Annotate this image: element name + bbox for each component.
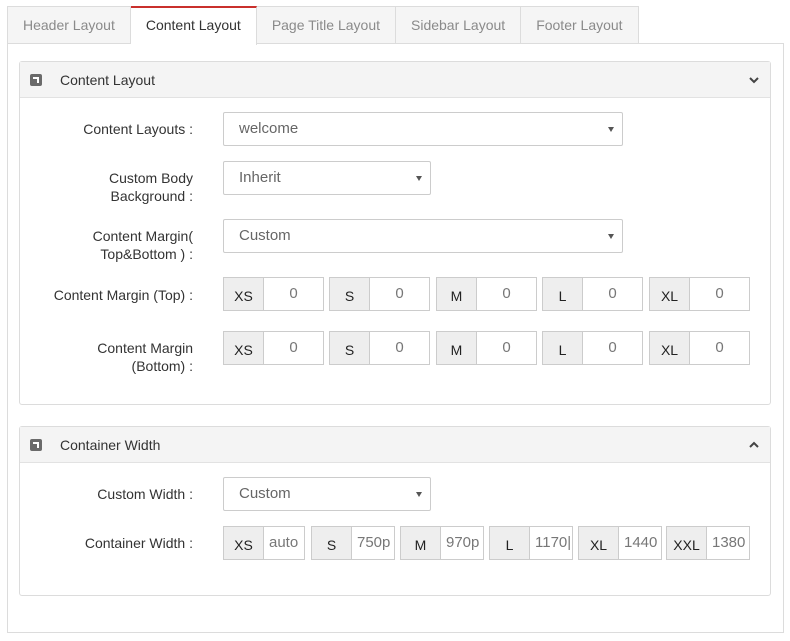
l-addon: L	[542, 331, 582, 365]
margin-top-xs-input[interactable]: 0	[263, 277, 324, 311]
container-s-group: S 750p	[311, 526, 395, 560]
dropdown-arrow-icon	[608, 127, 614, 132]
custom-width-label: Custom Width :	[97, 486, 193, 502]
xs-addon: XS	[223, 277, 263, 311]
dropdown-arrow-icon	[608, 234, 614, 239]
content-layout-panel-header[interactable]: Content Layout	[20, 62, 770, 98]
margin-bottom-xs-input[interactable]: 0	[263, 331, 324, 365]
tab-header-layout[interactable]: Header Layout	[7, 6, 131, 44]
chevron-up-icon[interactable]	[749, 440, 759, 450]
s-addon: S	[329, 331, 369, 365]
custom-body-background-select[interactable]: Inherit	[223, 161, 431, 195]
margin-bottom-m-input[interactable]: 0	[476, 331, 537, 365]
label-line: Content Margin(	[92, 228, 193, 244]
container-width-label: Container Width :	[84, 535, 193, 551]
content-margin-bottom-label: Content Margin (Bottom) :	[11, 339, 193, 375]
content-margin-top-label: Content Margin (Top) :	[53, 287, 193, 303]
label-line: Custom Body	[108, 170, 193, 186]
margin-top-xs-group: XS 0	[223, 277, 324, 311]
container-width-panel-header[interactable]: Container Width	[20, 427, 770, 463]
custom-body-background-label: Custom Body Background :	[11, 169, 193, 205]
label-line: Top&Bottom ) :	[100, 246, 193, 262]
m-addon: M	[436, 277, 476, 311]
content-layouts-label: Content Layouts :	[83, 121, 193, 137]
container-width-panel: Container Width	[19, 426, 771, 596]
container-m-input[interactable]: 970p	[440, 526, 484, 560]
expand-icon	[30, 74, 42, 86]
label-line: Background :	[110, 188, 194, 204]
custom-body-background-value: Inherit	[239, 169, 281, 186]
container-xs-input[interactable]: auto	[263, 526, 305, 560]
l-addon: L	[489, 526, 529, 560]
content-layouts-select[interactable]: welcome	[223, 112, 623, 146]
margin-top-xl-input[interactable]: 0	[689, 277, 750, 311]
label-line: Content Margin	[97, 340, 193, 356]
margin-bottom-xl-group: XL 0	[649, 331, 750, 365]
tab-sidebar-layout[interactable]: Sidebar Layout	[396, 6, 522, 44]
container-xs-group: XS auto	[223, 526, 305, 560]
m-addon: M	[436, 331, 476, 365]
xs-addon: XS	[223, 526, 263, 560]
custom-width-select[interactable]: Custom	[223, 477, 431, 511]
margin-bottom-xl-input[interactable]: 0	[689, 331, 750, 365]
m-addon: M	[400, 526, 440, 560]
content-layouts-value: welcome	[239, 120, 299, 137]
content-margin-label: Content Margin( Top&Bottom ) :	[11, 227, 193, 263]
content-margin-value: Custom	[239, 227, 291, 244]
s-addon: S	[311, 526, 351, 560]
xl-addon: XL	[649, 331, 689, 365]
content-margin-select[interactable]: Custom	[223, 219, 623, 253]
xs-addon: XS	[223, 331, 263, 365]
custom-width-value: Custom	[239, 485, 291, 502]
margin-top-s-group: S 0	[329, 277, 430, 311]
container-xxl-group: XXL 1380	[666, 526, 750, 560]
panel-title: Container Width	[60, 437, 161, 453]
s-addon: S	[329, 277, 369, 311]
layout-tabs: Header Layout Content Layout Page Title …	[7, 6, 639, 45]
margin-bottom-s-input[interactable]: 0	[369, 331, 430, 365]
margin-bottom-m-group: M 0	[436, 331, 537, 365]
tab-page-title-layout[interactable]: Page Title Layout	[256, 6, 396, 44]
container-xl-input[interactable]: 1440	[618, 526, 662, 560]
container-l-group: L 1170|	[489, 526, 573, 560]
margin-bottom-l-group: L 0	[542, 331, 643, 365]
chevron-down-icon[interactable]	[749, 75, 759, 85]
xl-addon: XL	[649, 277, 689, 311]
dropdown-arrow-icon	[416, 176, 422, 181]
tab-footer-layout[interactable]: Footer Layout	[521, 6, 639, 44]
container-m-group: M 970p	[400, 526, 484, 560]
margin-bottom-l-input[interactable]: 0	[582, 331, 643, 365]
dropdown-arrow-icon	[416, 492, 422, 497]
container-s-input[interactable]: 750p	[351, 526, 395, 560]
tab-content-layout[interactable]: Content Layout	[130, 6, 257, 45]
container-l-input[interactable]: 1170|	[529, 526, 573, 560]
xl-addon: XL	[578, 526, 618, 560]
l-addon: L	[542, 277, 582, 311]
expand-icon	[30, 439, 42, 451]
xxl-addon: XXL	[666, 526, 706, 560]
margin-top-s-input[interactable]: 0	[369, 277, 430, 311]
margin-top-m-input[interactable]: 0	[476, 277, 537, 311]
margin-bottom-s-group: S 0	[329, 331, 430, 365]
container-xl-group: XL 1440	[578, 526, 662, 560]
margin-top-l-input[interactable]: 0	[582, 277, 643, 311]
label-line: (Bottom) :	[131, 358, 193, 374]
container-xxl-input[interactable]: 1380	[706, 526, 750, 560]
margin-top-xl-group: XL 0	[649, 277, 750, 311]
margin-top-m-group: M 0	[436, 277, 537, 311]
margin-bottom-xs-group: XS 0	[223, 331, 324, 365]
panel-title: Content Layout	[60, 72, 155, 88]
margin-top-l-group: L 0	[542, 277, 643, 311]
